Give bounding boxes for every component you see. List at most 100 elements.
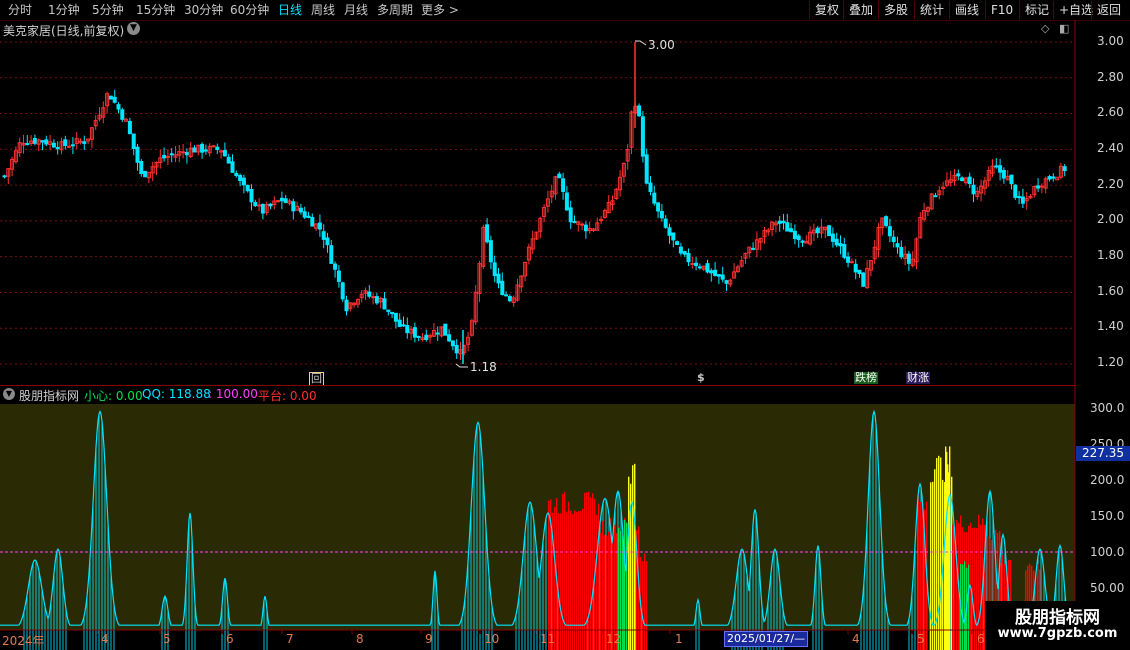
candle-body xyxy=(724,280,729,284)
candle-body xyxy=(557,173,562,179)
x-axis-label: 6 xyxy=(226,632,234,646)
candle-body xyxy=(884,216,889,226)
candle-body xyxy=(131,133,136,149)
event-marker-dieban[interactable]: 跌榜 xyxy=(854,372,878,384)
histogram-bar xyxy=(922,503,924,650)
candle-body xyxy=(652,192,657,204)
candle-body xyxy=(500,280,505,296)
histogram-bar xyxy=(588,491,590,650)
price-label: 2.60 xyxy=(1097,105,1124,119)
candle-body xyxy=(781,220,786,224)
candlestick-series xyxy=(2,42,1067,364)
candle-body xyxy=(720,274,725,280)
histogram-bar xyxy=(564,528,566,650)
event-label: 回 xyxy=(311,372,322,385)
price-label: 2.40 xyxy=(1097,141,1124,155)
candle-body xyxy=(690,262,695,265)
chevron-down-icon[interactable]: ▼ xyxy=(127,22,140,35)
main-grid xyxy=(0,41,1075,365)
candle-body xyxy=(838,243,843,247)
candle-body xyxy=(424,334,429,340)
candle-body xyxy=(321,231,326,240)
event-label: $ xyxy=(697,371,705,384)
indicator-field-level: : 100.00 xyxy=(208,387,258,401)
candle-body xyxy=(1051,176,1056,179)
histogram-bar xyxy=(968,564,970,650)
histogram-bar xyxy=(570,527,572,650)
histogram-bar xyxy=(626,522,628,650)
watermark-url: www.7gpzb.com xyxy=(997,626,1118,641)
candle-body xyxy=(454,344,459,354)
candle-body xyxy=(507,296,512,302)
candle-body xyxy=(162,154,167,159)
window-toggle-icon[interactable]: ◧ xyxy=(1059,22,1069,35)
candle-body xyxy=(906,253,911,264)
histogram-bar xyxy=(628,476,630,650)
current-value-badge: 227.35 xyxy=(1076,446,1130,461)
candle-body xyxy=(70,144,75,147)
price-label: 1.60 xyxy=(1097,284,1124,298)
candle-body xyxy=(667,227,672,236)
candle-body xyxy=(416,335,421,338)
low-price-annotation: 1.18 xyxy=(470,360,497,374)
candle-body xyxy=(671,232,676,241)
candle-body xyxy=(306,215,311,218)
price-label: 2.20 xyxy=(1097,177,1124,191)
candle-body xyxy=(367,291,372,297)
candle-body xyxy=(344,299,349,312)
candle-body xyxy=(1020,196,1025,204)
diamond-icon[interactable]: ◇ xyxy=(1041,22,1049,35)
chevron-down-icon[interactable]: ▼ xyxy=(3,388,15,400)
histogram-bar xyxy=(918,495,920,650)
candle-body xyxy=(659,210,664,219)
price-label: 1.80 xyxy=(1097,248,1124,262)
candle-body xyxy=(63,139,68,146)
candle-body xyxy=(108,95,113,100)
candle-body xyxy=(393,312,398,322)
candle-body xyxy=(678,246,683,254)
candle-body xyxy=(849,261,854,264)
histogram-bar xyxy=(548,500,550,650)
kline-chart-area[interactable] xyxy=(0,0,1130,650)
candle-body xyxy=(412,327,417,338)
candle-body xyxy=(279,197,284,202)
candle-body xyxy=(785,222,790,232)
indicator-y-label: 150.0 xyxy=(1090,509,1125,523)
candle-body xyxy=(572,221,577,224)
candle-body xyxy=(32,138,37,144)
histogram-bar xyxy=(920,501,922,650)
candle-body xyxy=(2,175,7,178)
event-marker-hui[interactable]: 回 xyxy=(309,372,324,386)
candle-body xyxy=(1062,166,1067,172)
histogram-bar xyxy=(632,465,634,650)
watermark-title: 股朋指标网 xyxy=(1015,608,1100,628)
candle-body xyxy=(203,149,208,152)
candle-body xyxy=(298,207,303,213)
candle-body xyxy=(135,146,140,163)
candle-body xyxy=(887,226,892,237)
candle-body xyxy=(789,228,794,233)
candle-body xyxy=(325,237,330,246)
candle-body xyxy=(120,109,125,120)
candle-body xyxy=(488,240,493,263)
indicator-y-label: 100.0 xyxy=(1090,545,1125,559)
price-label: 2.00 xyxy=(1097,212,1124,226)
histogram-bar xyxy=(964,561,966,650)
candle-body xyxy=(25,143,30,146)
candle-body xyxy=(405,325,410,334)
x-axis-label: 7 xyxy=(286,632,294,646)
indicator-field-pingtai: 平台: 0.00 xyxy=(258,389,317,403)
event-marker-caizhang[interactable]: 财涨 xyxy=(906,372,930,384)
candle-body xyxy=(998,165,1003,173)
x-axis-label: 2024年 xyxy=(2,634,45,648)
event-marker-dollar[interactable]: $ xyxy=(697,372,705,384)
candle-body xyxy=(336,270,341,282)
candle-body xyxy=(310,217,315,227)
candle-body xyxy=(842,244,847,258)
candle-body xyxy=(245,184,250,192)
x-axis-label: 10 xyxy=(484,632,500,646)
candle-body xyxy=(443,323,448,336)
candle-body xyxy=(397,319,402,327)
candle-body xyxy=(796,235,801,241)
candle-body xyxy=(260,204,265,214)
